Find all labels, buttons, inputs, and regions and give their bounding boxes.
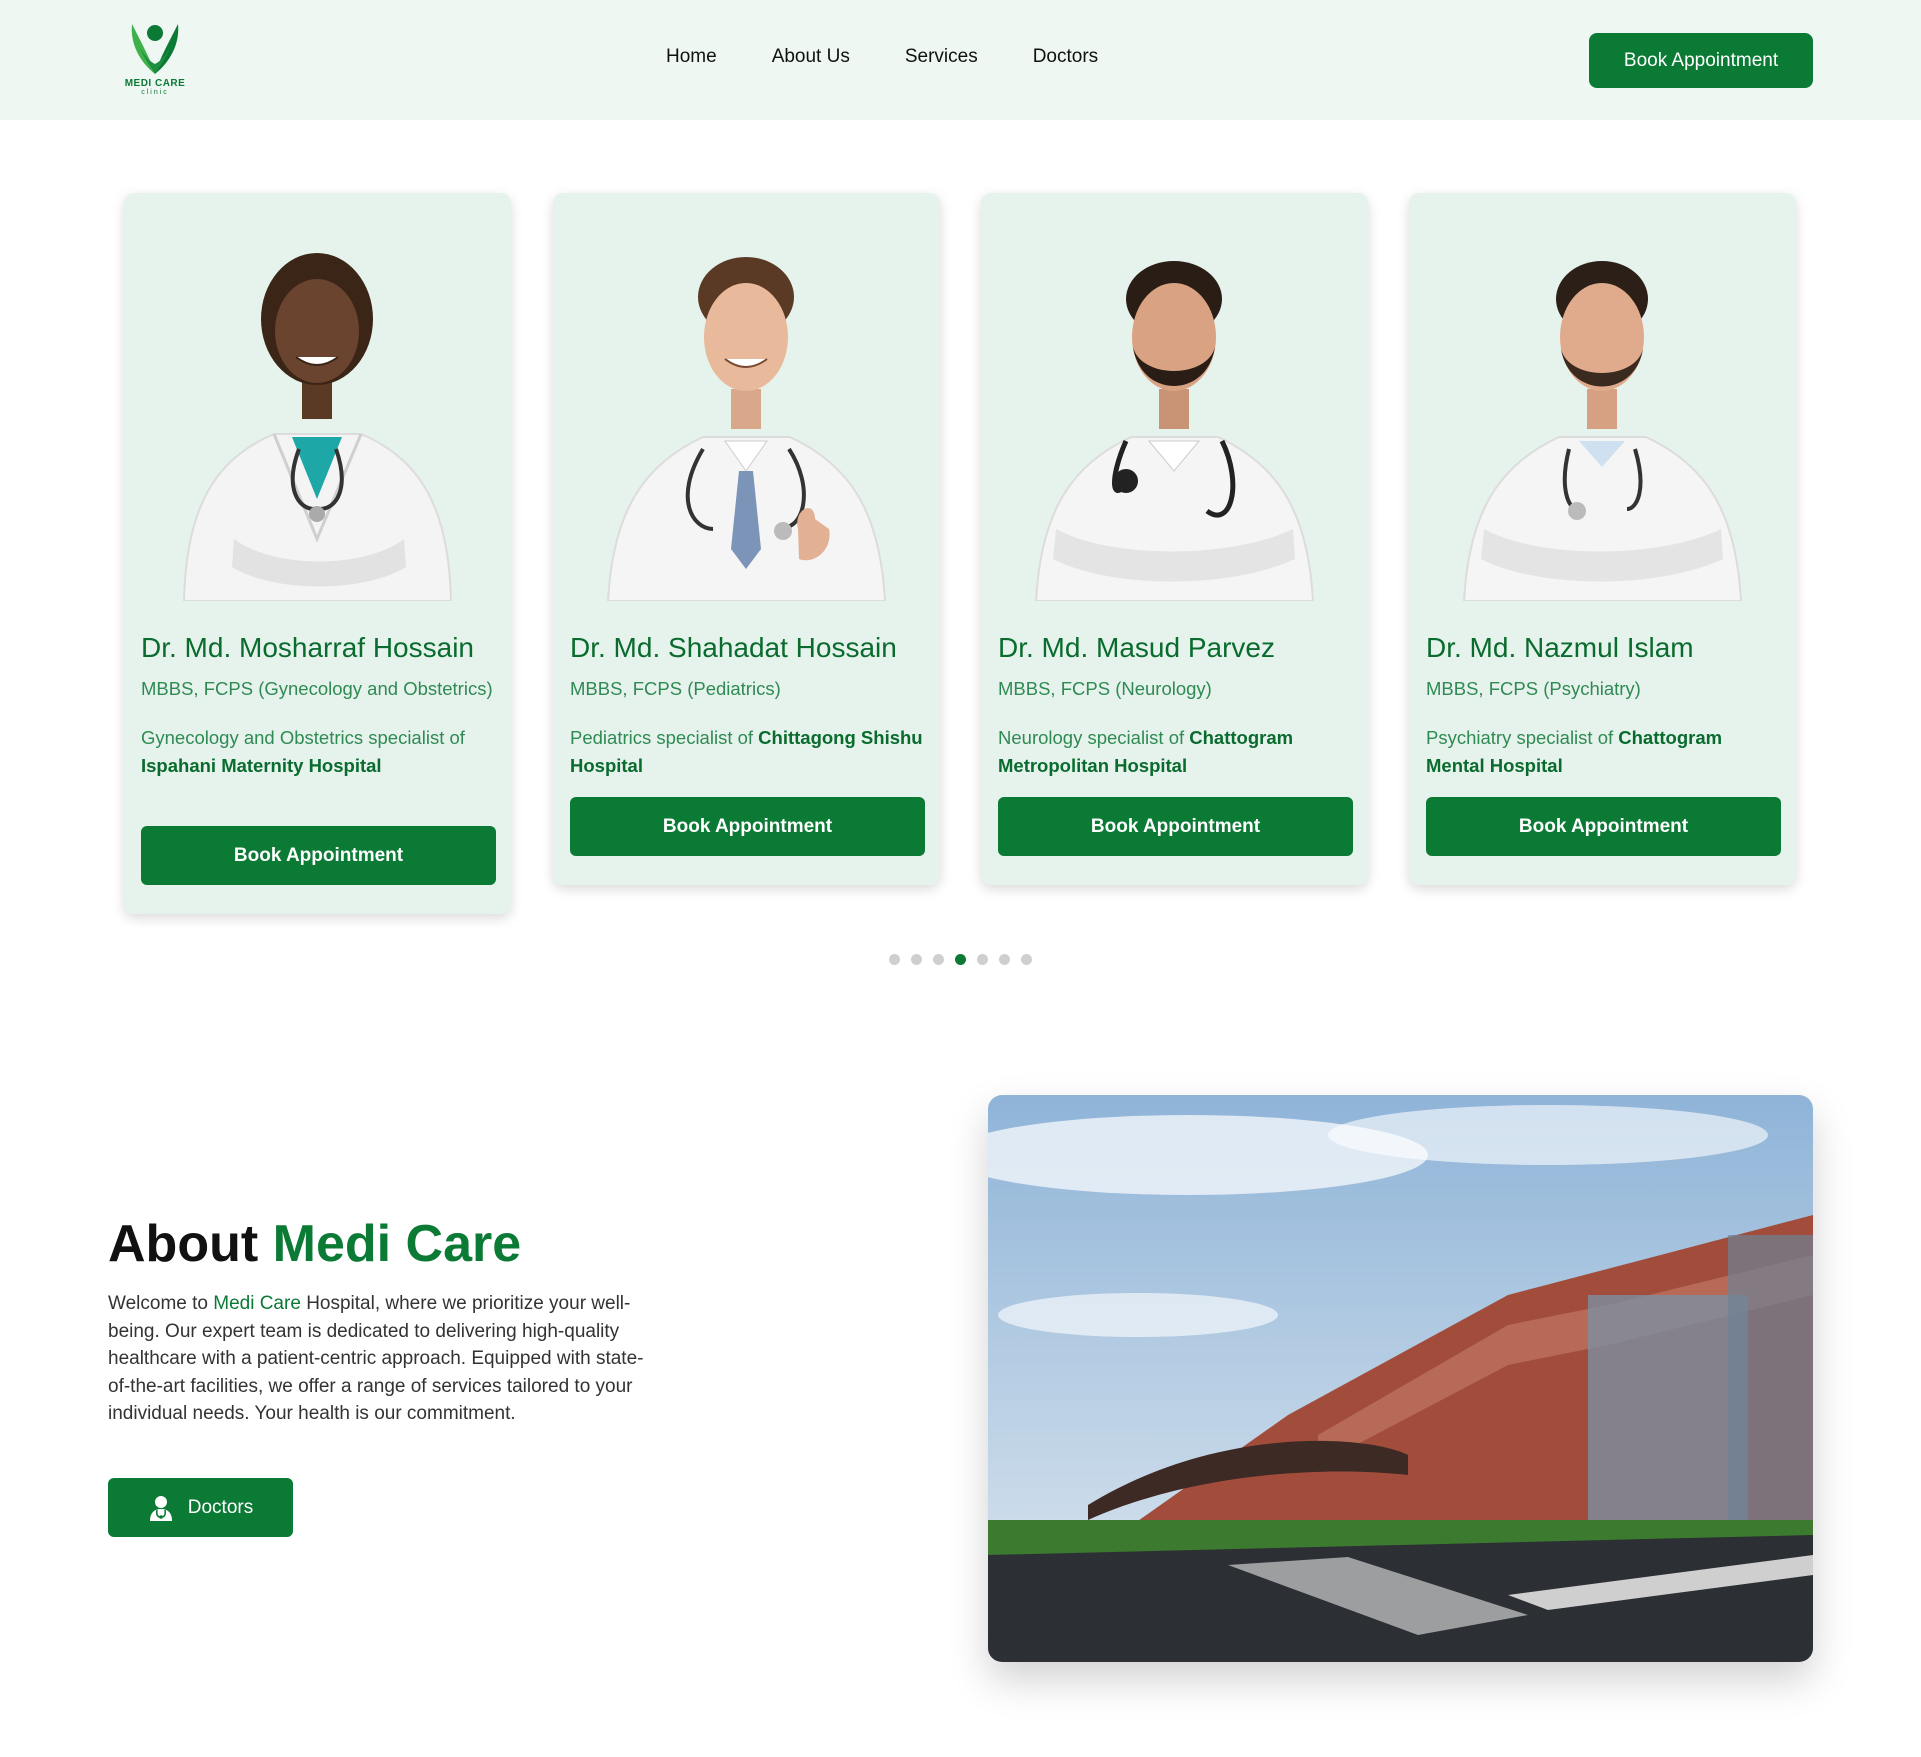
doctor-hospital: Ispahani Maternity Hospital — [141, 755, 382, 776]
medi-care-logo[interactable]: MEDI CARE clinic — [118, 18, 192, 104]
header-book-appointment-button[interactable]: Book Appointment — [1589, 33, 1813, 88]
nav-services[interactable]: Services — [905, 46, 978, 68]
nav-about-us[interactable]: About Us — [772, 46, 850, 68]
logo-icon — [131, 24, 179, 74]
doctor-qualification: MBBS, FCPS (Psychiatry) — [1426, 678, 1641, 699]
doctor-qualification: MBBS, FCPS (Neurology) — [998, 678, 1212, 699]
doctor-info: Dr. Md. Shahadat Hossain MBBS, FCPS (Ped… — [570, 630, 926, 780]
doctor-card: Dr. Md. Nazmul Islam MBBS, FCPS (Psychia… — [1409, 193, 1796, 885]
doctor-specialty-text: Gynecology and Obstetrics specialist of — [141, 727, 465, 748]
carousel-dot[interactable] — [1021, 954, 1032, 965]
doctor-photo — [606, 257, 887, 601]
doctor-name: Dr. Md. Mosharraf Hossain — [141, 632, 474, 663]
doctor-card: Dr. Md. Shahadat Hossain MBBS, FCPS (Ped… — [553, 193, 940, 885]
nav-doctors[interactable]: Doctors — [1033, 46, 1098, 68]
hospital-building-image — [988, 1095, 1813, 1662]
doctor-photo — [1034, 261, 1315, 601]
book-appointment-button[interactable]: Book Appointment — [570, 797, 925, 856]
about-text-before: Welcome to — [108, 1293, 208, 1314]
doctor-info: Dr. Md. Mosharraf Hossain MBBS, FCPS (Gy… — [141, 630, 497, 780]
about-title-plain: About — [108, 1215, 259, 1273]
carousel-dot[interactable] — [911, 954, 922, 965]
carousel-dot[interactable] — [955, 954, 966, 965]
doctor-card: Dr. Md. Mosharraf Hossain MBBS, FCPS (Gy… — [124, 193, 511, 914]
carousel-dot[interactable] — [999, 954, 1010, 965]
book-appointment-button[interactable]: Book Appointment — [1426, 797, 1781, 856]
about-description: Welcome to Medi Care Hospital, where we … — [108, 1290, 653, 1428]
carousel-pagination — [889, 954, 1032, 965]
about-title-accent: Medi Care — [272, 1215, 522, 1273]
site-header: MEDI CARE clinic Home About Us Services … — [0, 0, 1921, 120]
nav-home[interactable]: Home — [666, 46, 717, 68]
doctor-name: Dr. Md. Nazmul Islam — [1426, 632, 1694, 663]
carousel-dot[interactable] — [977, 954, 988, 965]
doctor-qualification: MBBS, FCPS (Gynecology and Obstetrics) — [141, 678, 493, 699]
doctor-photo — [182, 253, 453, 601]
doctors-button[interactable]: Doctors — [108, 1478, 293, 1537]
doctor-specialty-text: Neurology specialist of — [998, 727, 1185, 748]
doctor-specialty: Neurology specialist of Chattogram Metro… — [998, 724, 1354, 780]
doctors-button-label: Doctors — [187, 1496, 254, 1518]
doctor-info: Dr. Md. Masud Parvez MBBS, FCPS (Neurolo… — [998, 630, 1354, 780]
doctor-name: Dr. Md. Shahadat Hossain — [570, 632, 897, 663]
book-appointment-button[interactable]: Book Appointment — [998, 797, 1353, 856]
doctor-photo — [1462, 261, 1743, 601]
about-title: About Medi Care — [108, 1212, 521, 1276]
doctor-icon — [149, 1495, 172, 1521]
doctor-specialty: Psychiatry specialist of Chattogram Ment… — [1426, 724, 1782, 780]
doctor-card: Dr. Md. Masud Parvez MBBS, FCPS (Neurolo… — [981, 193, 1368, 885]
doctor-name: Dr. Md. Masud Parvez — [998, 632, 1275, 663]
logo-tagline: clinic — [141, 89, 169, 96]
doctor-qualification: MBBS, FCPS (Pediatrics) — [570, 678, 781, 699]
about-text-highlight: Medi Care — [213, 1293, 301, 1314]
doctor-specialty: Gynecology and Obstetrics specialist of … — [141, 724, 497, 780]
doctor-specialty-text: Psychiatry specialist of — [1426, 727, 1614, 748]
doctor-specialty-text: Pediatrics specialist of — [570, 727, 754, 748]
carousel-dot[interactable] — [889, 954, 900, 965]
doctor-info: Dr. Md. Nazmul Islam MBBS, FCPS (Psychia… — [1426, 630, 1782, 780]
logo-name: MEDI CARE — [124, 78, 186, 89]
book-appointment-button[interactable]: Book Appointment — [141, 826, 496, 885]
carousel-dot[interactable] — [933, 954, 944, 965]
main-nav: Home About Us Services Doctors — [666, 46, 1098, 68]
doctor-specialty: Pediatrics specialist of Chittagong Shis… — [570, 724, 926, 780]
